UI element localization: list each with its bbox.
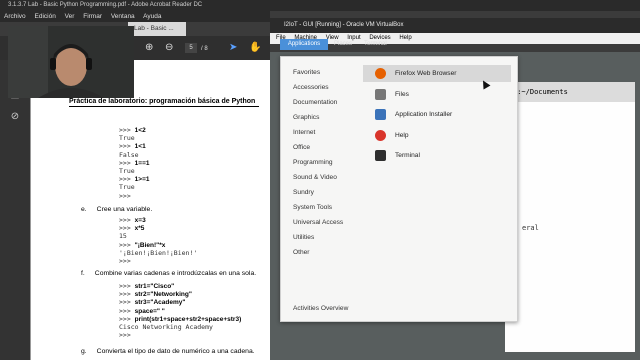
app-item-files[interactable]: Files <box>363 86 511 103</box>
menu-ventana[interactable]: Ventana <box>111 13 135 20</box>
activities-overview-link[interactable]: Activities Overview <box>293 305 348 312</box>
category-accessories[interactable]: Accessories <box>293 84 329 91</box>
applications-menu-button[interactable]: Applications <box>280 39 328 50</box>
category-favorites[interactable]: Favorites <box>293 69 320 76</box>
code-line: '¡Bien!¡Bien!¡Bien!' <box>119 248 198 257</box>
category-documentation[interactable]: Documentation <box>293 99 337 106</box>
app-item-terminal[interactable]: Terminal <box>363 147 511 164</box>
app-label: Firefox Web Browser <box>395 70 457 77</box>
acrobat-left-sidebar: ❐ ▤ ⊘ <box>0 60 30 360</box>
terminal-icon <box>375 150 386 161</box>
code-line: 15 <box>119 232 127 241</box>
files-icon <box>375 88 386 100</box>
document-tab[interactable]: Lab - Basic ... <box>128 22 186 36</box>
acrobat-menu-bar: Archivo Edición Ver Firmar Ventana Ayuda <box>0 11 270 22</box>
app-label: Application Installer <box>395 111 453 118</box>
category-programming[interactable]: Programming <box>293 159 333 166</box>
menu-edicion[interactable]: Edición <box>35 13 56 20</box>
virtualbox-title-bar: I2IoT - GUI [Running] - Oracle VM Virtua… <box>270 18 640 33</box>
menu-archivo[interactable]: Archivo <box>4 13 26 20</box>
code-line: >>> <box>119 257 131 265</box>
webcam-overlay <box>8 26 134 98</box>
terminal-text: eral <box>522 224 539 232</box>
installer-icon <box>375 109 386 120</box>
places-menu-button[interactable]: Places <box>334 39 352 50</box>
code-line: Cisco Networking Academy <box>119 323 213 331</box>
page-heading: Práctica de laboratorio: programación bá… <box>69 98 259 107</box>
app-label: Help <box>395 131 409 139</box>
firefox-icon <box>375 68 386 79</box>
terminal-window[interactable] <box>505 82 635 352</box>
code-line: True <box>119 134 135 143</box>
terminal-taskbar-button[interactable]: Terminal <box>364 39 387 50</box>
code-line: >>> <box>119 331 131 340</box>
code-line: >>> <box>119 191 131 200</box>
app-label: Files <box>395 90 409 98</box>
applications-menu: Favorites Accessories Documentation Graphic… <box>280 56 518 322</box>
pointer-icon[interactable]: ➤ <box>229 42 237 54</box>
list-item-g: g. Convierta el tipo de dato de numérico … <box>81 348 255 355</box>
code-line: False <box>119 150 139 159</box>
up-arrow-icon[interactable]: ⊕ <box>145 42 153 54</box>
code-line: True <box>119 183 135 192</box>
code-line: True <box>119 167 135 175</box>
app-item-application-installer[interactable]: Application Installer <box>363 106 511 123</box>
vb-menu-help[interactable]: Help <box>399 35 411 41</box>
presenter-video <box>8 26 134 98</box>
menu-firmar[interactable]: Firmar <box>83 13 102 20</box>
app-label: Terminal <box>395 152 420 159</box>
page-number-input[interactable]: 5 <box>185 43 197 53</box>
category-office[interactable]: Office <box>293 144 310 151</box>
pdf-page: Práctica de laboratorio: programación bá… <box>30 60 270 360</box>
category-graphics[interactable]: Graphics <box>293 114 319 121</box>
category-sound-video[interactable]: Sound & Video <box>293 174 337 181</box>
category-utilities[interactable]: Utilities <box>293 234 314 241</box>
down-arrow-icon[interactable]: ⊖ <box>165 42 173 54</box>
menu-ver[interactable]: Ver <box>65 13 75 20</box>
menu-ayuda[interactable]: Ayuda <box>143 13 161 20</box>
acrobat-title-bar: 3.1.3.7 Lab - Basic Python Programming.p… <box>0 0 640 11</box>
category-universal-access[interactable]: Universal Access <box>293 219 343 226</box>
list-item-f: f. Combine varias cadenas e introdúzcalas… <box>81 270 257 277</box>
attachment-icon[interactable]: ⊘ <box>8 110 22 124</box>
hand-icon[interactable]: ✋ <box>249 42 261 54</box>
category-sundry[interactable]: Sundry <box>293 189 314 196</box>
app-item-firefox-web-browser[interactable]: Firefox Web Browser <box>363 65 511 82</box>
terminal-header: t:~/Documents <box>505 82 635 102</box>
page-total: / 8 <box>201 46 208 52</box>
app-item-help[interactable]: Help <box>363 127 511 144</box>
category-other[interactable]: Other <box>293 249 310 256</box>
category-system-tools[interactable]: System Tools <box>293 204 332 211</box>
list-item-e: e. Cree una variable. <box>81 206 153 213</box>
help-icon <box>375 129 386 141</box>
category-internet[interactable]: Internet <box>293 129 315 136</box>
